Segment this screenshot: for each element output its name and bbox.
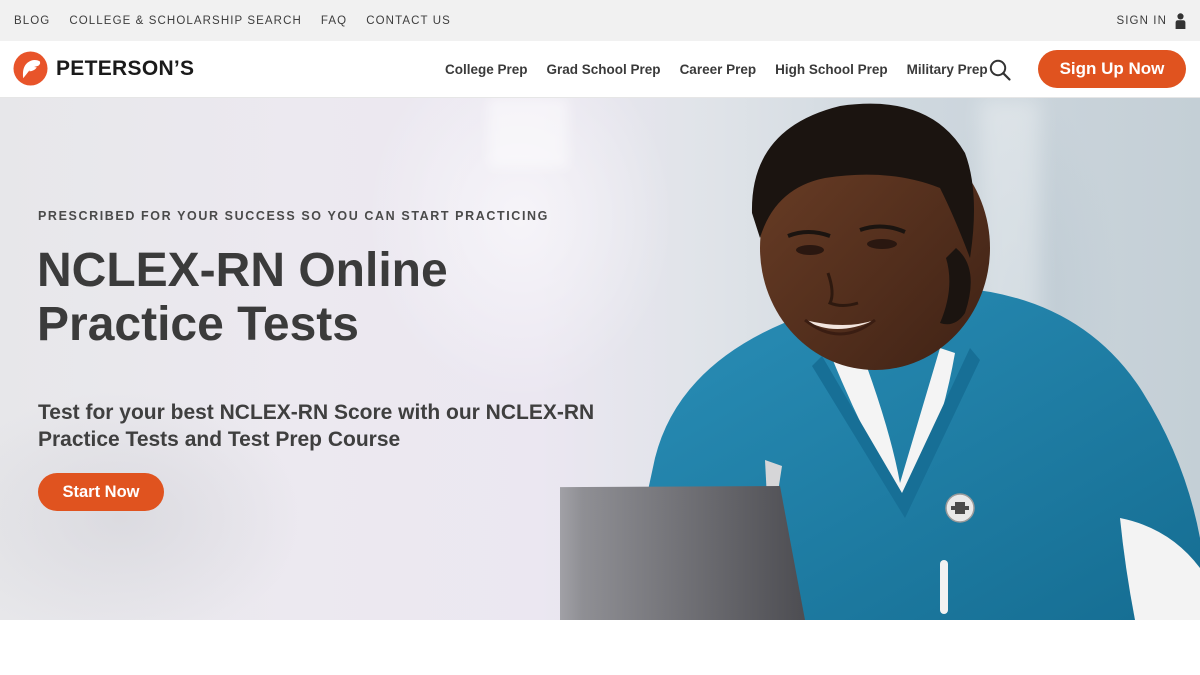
hero-nurse-image [560, 103, 1200, 620]
utility-link-college-search[interactable]: COLLEGE & SCHOLARSHIP SEARCH [69, 15, 302, 27]
hero-subtitle: Test for your best NCLEX-RN Score with o… [38, 401, 595, 451]
hero: PRESCRIBED FOR YOUR SUCCESS SO YOU CAN S… [0, 98, 1200, 620]
nav-high-school-prep[interactable]: High School Prep [775, 62, 888, 77]
user-icon [1175, 12, 1186, 29]
main-nav: College Prep Grad School Prep Career Pre… [445, 41, 988, 98]
utility-nav: BLOG COLLEGE & SCHOLARSHIP SEARCH FAQ CO… [14, 15, 451, 27]
petersons-logo-icon [13, 51, 48, 86]
utility-bar: BLOG COLLEGE & SCHOLARSHIP SEARCH FAQ CO… [0, 0, 1200, 41]
sign-in-label: SIGN IN [1116, 14, 1167, 27]
utility-link-blog[interactable]: BLOG [14, 15, 50, 27]
nav-military-prep[interactable]: Military Prep [907, 62, 988, 77]
start-now-button[interactable]: Start Now [38, 473, 164, 511]
nav-college-prep[interactable]: College Prep [445, 62, 528, 77]
logo[interactable]: PETERSON’S [13, 51, 194, 86]
sign-up-button[interactable]: Sign Up Now [1038, 50, 1186, 88]
nav-grad-school-prep[interactable]: Grad School Prep [547, 62, 661, 77]
search-icon[interactable] [988, 58, 1012, 82]
nav-career-prep[interactable]: Career Prep [680, 62, 757, 77]
background-window [488, 98, 568, 168]
hero-eyebrow: PRESCRIBED FOR YOUR SUCCESS SO YOU CAN S… [38, 209, 549, 223]
utility-link-contact[interactable]: CONTACT US [366, 15, 451, 27]
utility-link-faq[interactable]: FAQ [321, 15, 347, 27]
page-title: NCLEX-RN Online Practice Tests [37, 244, 448, 351]
logo-text: PETERSON’S [56, 56, 195, 80]
sign-in-link[interactable]: SIGN IN [1116, 12, 1186, 29]
main-header: PETERSON’S College Prep Grad School Prep… [0, 41, 1200, 98]
